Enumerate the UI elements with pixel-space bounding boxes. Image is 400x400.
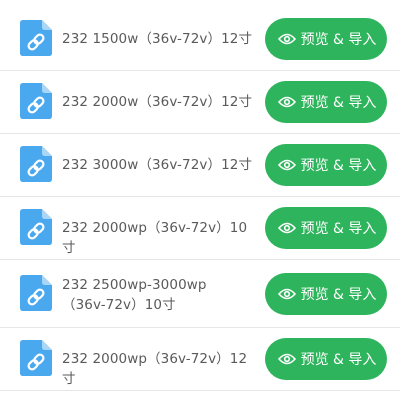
preview-import-button[interactable]: 预览 & 导入	[265, 81, 387, 123]
list-item: 232 2000wp（36v-72v）12寸 预览 & 导入	[0, 328, 400, 391]
eye-icon	[277, 159, 296, 171]
preview-import-button[interactable]: 预览 & 导入	[265, 144, 387, 186]
link-file-icon	[20, 146, 52, 182]
file-name: 232 2000wp（36v-72v）10寸	[62, 220, 248, 256]
eye-icon	[277, 288, 296, 300]
file-name: 232 2000w（36v-72v）12寸	[62, 94, 253, 110]
preview-import-button[interactable]: 预览 & 导入	[265, 338, 387, 380]
file-list: 232 1500w（36v-72v）12寸 预览 & 导入 232 2000w（…	[0, 0, 400, 400]
preview-import-button[interactable]: 预览 & 导入	[265, 18, 387, 60]
preview-import-button[interactable]: 预览 & 导入	[265, 273, 387, 315]
list-item: 232 3000w（36v-72v）12寸 预览 & 导入	[0, 134, 400, 197]
eye-icon	[277, 353, 296, 365]
link-file-icon	[20, 83, 52, 119]
eye-icon	[277, 33, 296, 45]
preview-import-label: 预览 & 导入	[300, 221, 377, 237]
list-item: 232 1500w（36v-72v）12寸 预览 & 导入	[0, 8, 400, 71]
list-item: 232 2000w（36v-72v）12寸 预览 & 导入	[0, 71, 400, 134]
eye-icon	[277, 96, 296, 108]
preview-import-button[interactable]: 预览 & 导入	[265, 207, 387, 249]
file-name: 232 3000w（36v-72v）12寸	[62, 157, 253, 173]
link-file-icon	[20, 275, 52, 311]
preview-import-label: 预览 & 导入	[300, 95, 377, 111]
preview-import-label: 预览 & 导入	[300, 158, 377, 174]
list-item: 232 2000wp（36v-72v）10寸 预览 & 导入	[0, 197, 400, 260]
preview-import-label: 预览 & 导入	[300, 352, 377, 368]
link-file-icon	[20, 209, 52, 245]
file-name: 232 2000wp（36v-72v）12寸	[62, 351, 248, 387]
file-name: 232 2500wp-3000wp（36v-72v）10寸	[62, 277, 207, 313]
eye-icon	[277, 222, 296, 234]
file-name: 232 1500w（36v-72v）12寸	[62, 31, 253, 47]
link-file-icon	[20, 340, 52, 376]
preview-import-label: 预览 & 导入	[300, 32, 377, 48]
list-item: 232 2500wp-3000wp（36v-72v）10寸 预览 & 导入	[0, 260, 400, 328]
preview-import-label: 预览 & 导入	[300, 287, 377, 303]
link-file-icon	[20, 20, 52, 56]
